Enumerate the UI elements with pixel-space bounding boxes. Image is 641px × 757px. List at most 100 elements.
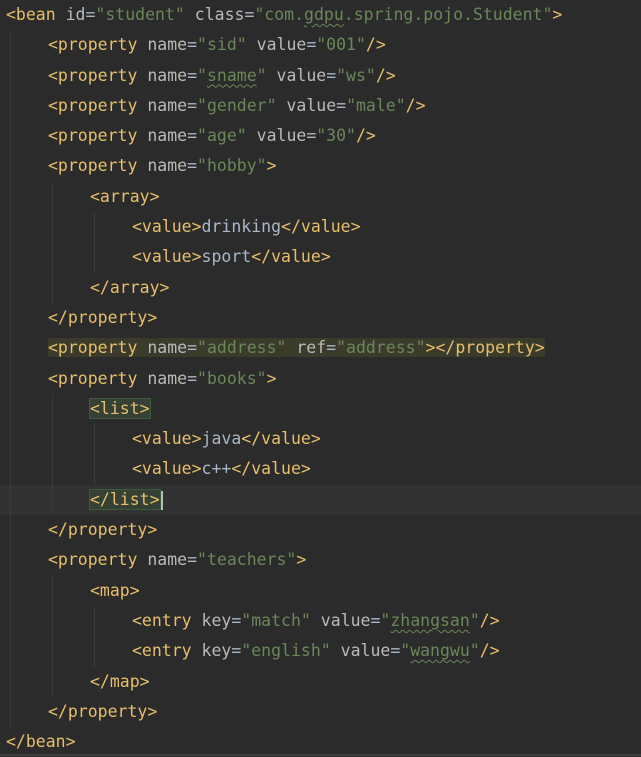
indent-guide — [10, 212, 11, 243]
code-line[interactable]: <bean id="student" class="com.gdpu.sprin… — [0, 0, 641, 30]
xml-tag: <array> — [90, 186, 160, 206]
attribute-name: name — [147, 156, 188, 176]
code-content: <value>drinking</value> — [132, 217, 361, 236]
xml-tag: </property> — [48, 701, 158, 721]
indent-guide — [94, 212, 95, 243]
xml-tag: ></property> — [425, 338, 545, 358]
attribute-name: value — [340, 641, 391, 661]
indent-guide — [10, 545, 11, 576]
code-line[interactable]: <list> — [0, 393, 641, 425]
equals-sign: = — [187, 338, 198, 358]
xml-tag: /> — [356, 126, 376, 146]
indent-guide — [10, 121, 11, 152]
code-line[interactable]: </list> — [0, 484, 641, 516]
attribute-name: key — [201, 641, 232, 661]
indent-guide — [52, 212, 53, 243]
code-line[interactable]: <property name="sname" value="ws"/> — [0, 60, 641, 91]
code-line[interactable]: <value>drinking</value> — [0, 212, 641, 243]
code-line[interactable]: </property> — [0, 515, 641, 546]
code-content: <entry key="match" value="zhangsan"/> — [132, 611, 500, 630]
attribute-value: " — [380, 610, 391, 630]
code-line[interactable]: <property name="books"> — [0, 363, 641, 394]
equals-sign: = — [326, 65, 337, 85]
attribute-value: " — [256, 65, 267, 85]
indent-guide — [52, 666, 53, 697]
indent-guide — [52, 605, 53, 637]
attribute-value: "teachers" — [197, 550, 297, 570]
attribute-value: " — [469, 610, 480, 630]
indent-guide — [10, 30, 11, 61]
code-line[interactable]: </bean> — [0, 727, 641, 757]
code-line[interactable]: <value>java</value> — [0, 424, 641, 455]
attribute-value: "ws" — [336, 65, 376, 85]
code-line[interactable]: <property name="gender" value="male"/> — [0, 90, 641, 122]
code-line[interactable]: <array> — [0, 181, 641, 213]
code-content: </map> — [90, 672, 150, 691]
attribute-name: value — [256, 126, 307, 146]
xml-tag: <value> — [132, 459, 202, 479]
indent-guide — [10, 424, 11, 455]
indent-guide — [10, 393, 11, 425]
code-line[interactable]: </property> — [0, 302, 641, 334]
attribute-value: "male" — [346, 95, 406, 115]
code-line[interactable]: <property name="hobby"> — [0, 151, 641, 182]
code-content: <value>java</value> — [132, 429, 321, 448]
code-line[interactable]: </property> — [0, 696, 641, 728]
xml-tag: <property — [48, 338, 138, 358]
xml-tag: /> — [479, 610, 500, 630]
attribute-name: ref — [296, 338, 327, 358]
code-line[interactable]: <property name="age" value="30"/> — [0, 121, 641, 152]
equals-sign: = — [390, 641, 401, 661]
equals-sign: = — [187, 35, 198, 55]
indent-guide — [52, 272, 53, 303]
code-line[interactable]: <entry key="english" value="wangwu"/> — [0, 636, 641, 667]
code-line[interactable]: <value>sport</value> — [0, 242, 641, 273]
matched-xml-tag: </list> — [89, 488, 161, 510]
indent-guide — [52, 242, 53, 273]
code-content: <property name="sname" value="ws"/> — [48, 66, 396, 85]
code-line[interactable]: <map> — [0, 575, 641, 606]
attribute-value: "age" — [197, 126, 247, 146]
code-line[interactable]: <value>c++</value> — [0, 454, 641, 485]
xml-tag: <property — [48, 35, 138, 55]
attribute-value: "hobby" — [197, 156, 267, 176]
code-line[interactable]: <property name="teachers"> — [0, 545, 641, 576]
xml-tag: /> — [405, 95, 426, 115]
attribute-name: value — [256, 35, 307, 55]
xml-tag: </value> — [231, 459, 311, 479]
indent-guide — [10, 272, 11, 303]
attribute-name: value — [286, 95, 337, 115]
misspelled-value: zhangsan — [390, 610, 470, 630]
equals-sign: = — [187, 95, 198, 115]
attribute-value: "match" — [241, 610, 311, 630]
indent-guide — [52, 424, 53, 455]
xml-tag: <entry — [132, 641, 192, 661]
code-line[interactable]: </array> — [0, 272, 641, 303]
indent-guide — [94, 424, 95, 455]
xml-tag: </map> — [90, 671, 150, 691]
code-content: <value>c++</value> — [132, 459, 311, 478]
code-line[interactable]: <property name="sid" value="001"/> — [0, 30, 641, 61]
attribute-name: name — [147, 550, 188, 570]
indent-guide — [10, 302, 11, 334]
indent-guide — [10, 484, 11, 516]
code-editor[interactable]: <bean id="student" class="com.gdpu.sprin… — [0, 0, 641, 756]
code-line[interactable]: </map> — [0, 666, 641, 697]
misspelled-value: wangwu — [410, 641, 470, 661]
attribute-name: name — [147, 368, 188, 388]
xml-tag: /> — [365, 35, 386, 55]
indent-guide — [10, 575, 11, 606]
xml-tag: <property — [48, 550, 138, 570]
code-line[interactable]: <property name="address" ref="address"><… — [0, 333, 641, 364]
code-line[interactable]: <entry key="match" value="zhangsan"/> — [0, 605, 641, 637]
attribute-value: "books" — [197, 368, 267, 388]
attribute-name: name — [147, 95, 188, 115]
attribute-name: id — [65, 5, 86, 24]
